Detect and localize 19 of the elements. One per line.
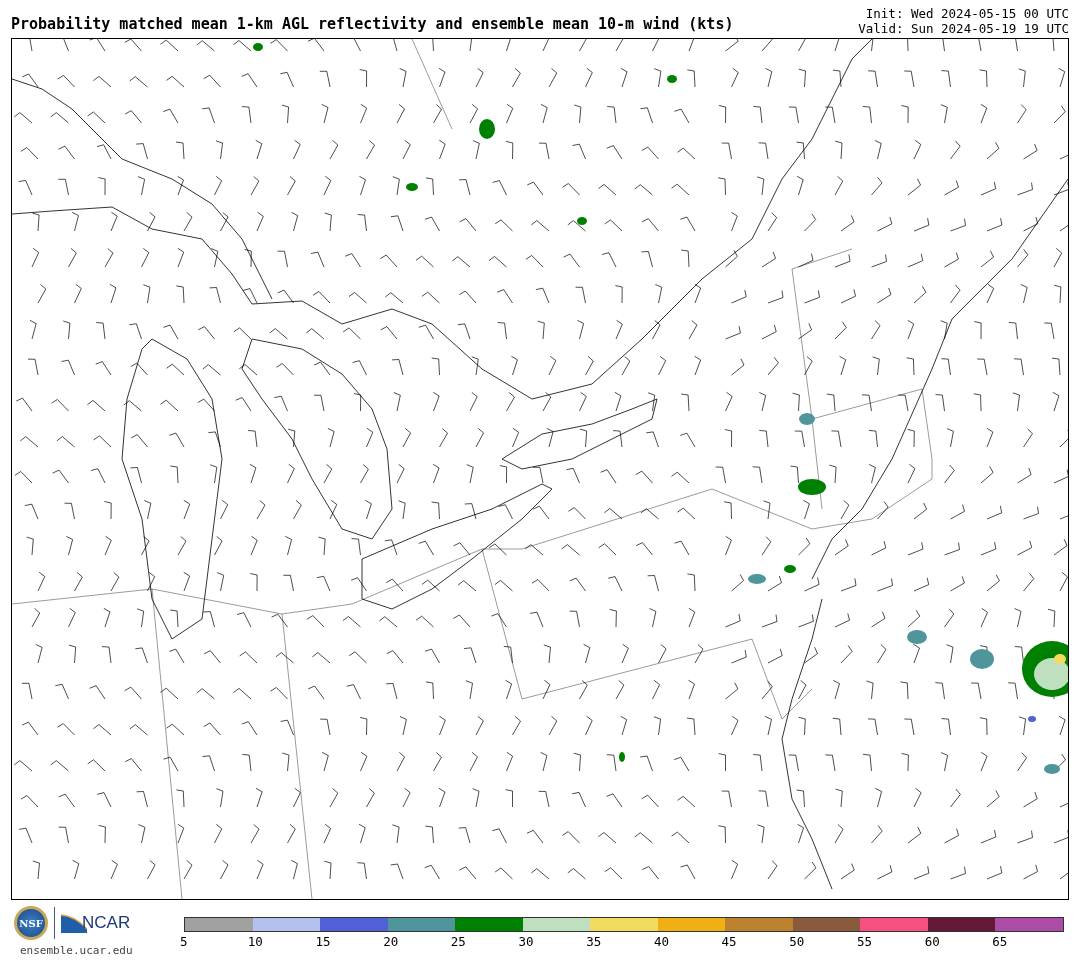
ncar-logo: NCAR [82, 913, 131, 933]
tick-label: 55 [856, 934, 873, 949]
tick-label: 60 [924, 934, 941, 949]
chart-title: Probability matched mean 1-km AGL reflectivity and ensemble mean 10-m wind (kts) [11, 15, 734, 35]
valid-time: Valid: Sun 2024-05-19 19 UTC [858, 21, 1069, 36]
tick-label: 5 [180, 934, 189, 949]
tick-label: 30 [518, 934, 535, 949]
tick-label: 40 [653, 934, 670, 949]
tick-label: 65 [992, 934, 1009, 949]
tick-label: 35 [586, 934, 603, 949]
tick-label: 10 [247, 934, 264, 949]
tick-label: 25 [450, 934, 467, 949]
nsf-logo: NSF [14, 906, 48, 940]
site-url: ensemble.ucar.edu [20, 944, 133, 957]
tick-label: 50 [789, 934, 806, 949]
tick-label: 45 [721, 934, 738, 949]
tick-label: 15 [315, 934, 332, 949]
init-time: Init: Wed 2024-05-15 00 UTC [864, 6, 1069, 21]
tick-label: 20 [383, 934, 400, 949]
